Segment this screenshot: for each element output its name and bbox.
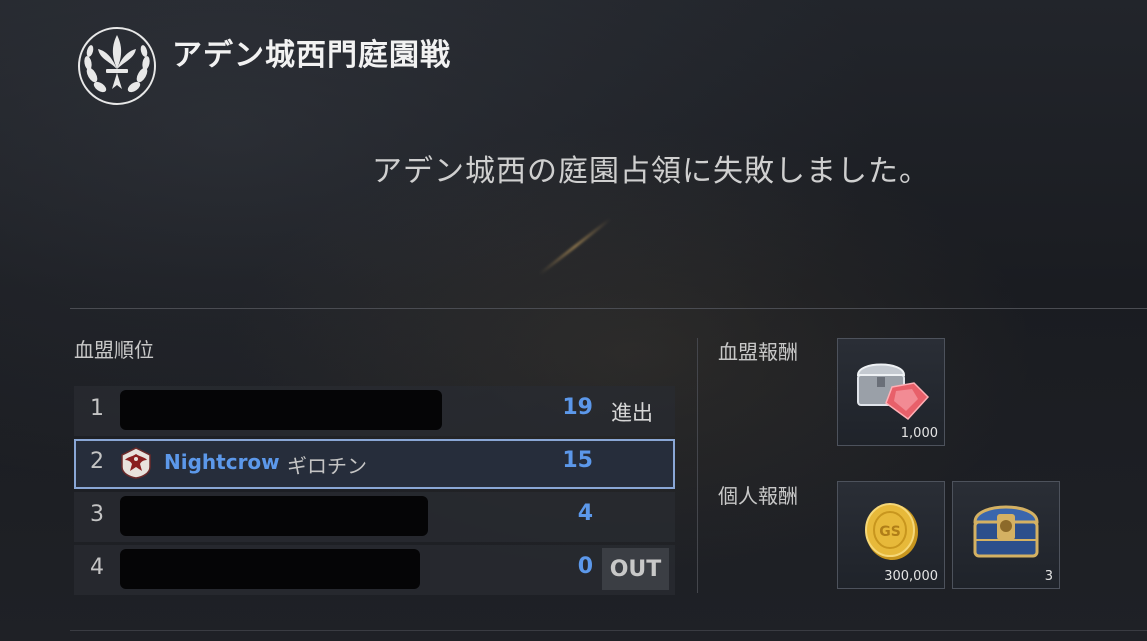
horizontal-divider <box>70 308 1147 309</box>
personal-reward-slot-chest[interactable]: 3 <box>952 481 1060 589</box>
clan-reward-slot[interactable]: 1,000 <box>837 338 945 446</box>
reward-quantity: 3 <box>1044 569 1053 584</box>
reward-quantity: 1,000 <box>900 426 938 441</box>
rank-number: 4 <box>90 555 104 580</box>
rankings-label: 血盟順位 <box>74 338 154 362</box>
gold-coin-icon: GS <box>865 503 918 560</box>
rank-row-2[interactable]: 2 Nightcrow ギロチン 15 <box>74 439 675 489</box>
redacted-guild-name <box>120 496 428 536</box>
status-advance: 進出 <box>611 401 653 425</box>
treasure-chest-red-gem-icon <box>856 363 930 421</box>
vertical-divider <box>697 338 698 593</box>
ornate-blue-chest-icon <box>973 505 1039 558</box>
reward-quantity: 300,000 <box>884 569 938 584</box>
rank-score: 0 <box>577 554 593 579</box>
rank-number: 1 <box>90 396 104 421</box>
eagle-crest-icon <box>121 447 151 479</box>
clan-reward-label: 血盟報酬 <box>718 340 798 364</box>
redacted-guild-name <box>120 549 420 589</box>
rank-number: 3 <box>90 502 104 527</box>
rank-score: 19 <box>562 395 593 420</box>
personal-reward-label: 個人報酬 <box>718 484 798 508</box>
page-title: アデン城西門庭園戦 <box>172 38 451 73</box>
fleur-de-lis-laurel-icon <box>78 27 156 105</box>
rank-row-4[interactable]: 4 0 OUT <box>74 545 675 595</box>
redacted-guild-name <box>120 390 442 430</box>
rank-row-3[interactable]: 3 4 <box>74 492 675 542</box>
guild-server: ギロチン <box>287 454 367 478</box>
rank-score: 4 <box>577 501 593 526</box>
guild-name: Nightcrow <box>164 450 280 474</box>
rankings-table: 1 19 進出 2 Nightcrow ギロチン 15 3 4 4 0 OUT <box>74 386 675 598</box>
personal-reward-slot-coin[interactable]: GS 300,000 <box>837 481 945 589</box>
bottom-divider <box>70 630 1147 631</box>
result-message: アデン城西の庭園占領に失敗しました。 <box>372 154 930 189</box>
status-out-badge: OUT <box>602 548 669 590</box>
rank-row-1[interactable]: 1 19 進出 <box>74 386 675 436</box>
svg-text:GS: GS <box>879 524 901 540</box>
rank-score: 15 <box>562 448 593 473</box>
rank-number: 2 <box>90 449 104 474</box>
